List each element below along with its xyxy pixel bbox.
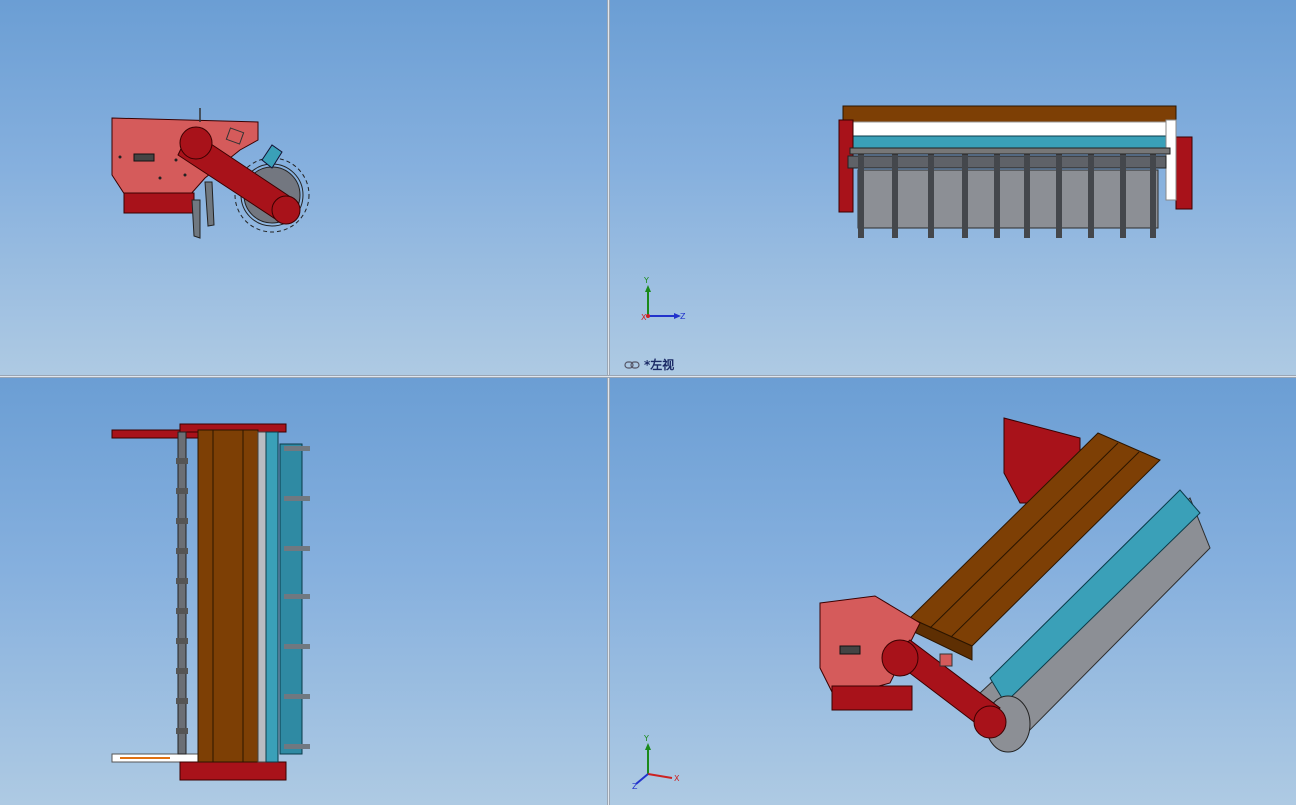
link-icon [624, 360, 640, 369]
triad-x-label: X [674, 774, 680, 783]
top-view-model[interactable] [0, 378, 607, 805]
top-view-viewport[interactable] [0, 378, 607, 805]
triad-y-label: Y [644, 734, 649, 743]
triad-z-label: Z [680, 312, 686, 321]
view-name-text: *左视 [644, 358, 675, 372]
left-view-viewport[interactable]: Y X Z *左视 [610, 0, 1296, 375]
isometric-view-viewport[interactable]: Y Z X [610, 378, 1296, 805]
triad-z-label: Z [632, 782, 638, 791]
front-view-viewport[interactable] [0, 0, 607, 375]
triad-x-label: X [641, 313, 647, 322]
viewport-splitter-vertical[interactable] [607, 0, 610, 805]
triad-y-label: Y [644, 276, 649, 285]
view-name-label[interactable]: *左视 [624, 356, 674, 373]
viewport-grid: Y X Z *左视 Y Z X [0, 0, 1296, 805]
front-view-model[interactable] [0, 0, 607, 375]
coordinate-triad-icon [635, 743, 673, 785]
viewport-splitter-horizontal[interactable] [0, 375, 1296, 378]
coordinate-triad-icon [645, 285, 681, 319]
